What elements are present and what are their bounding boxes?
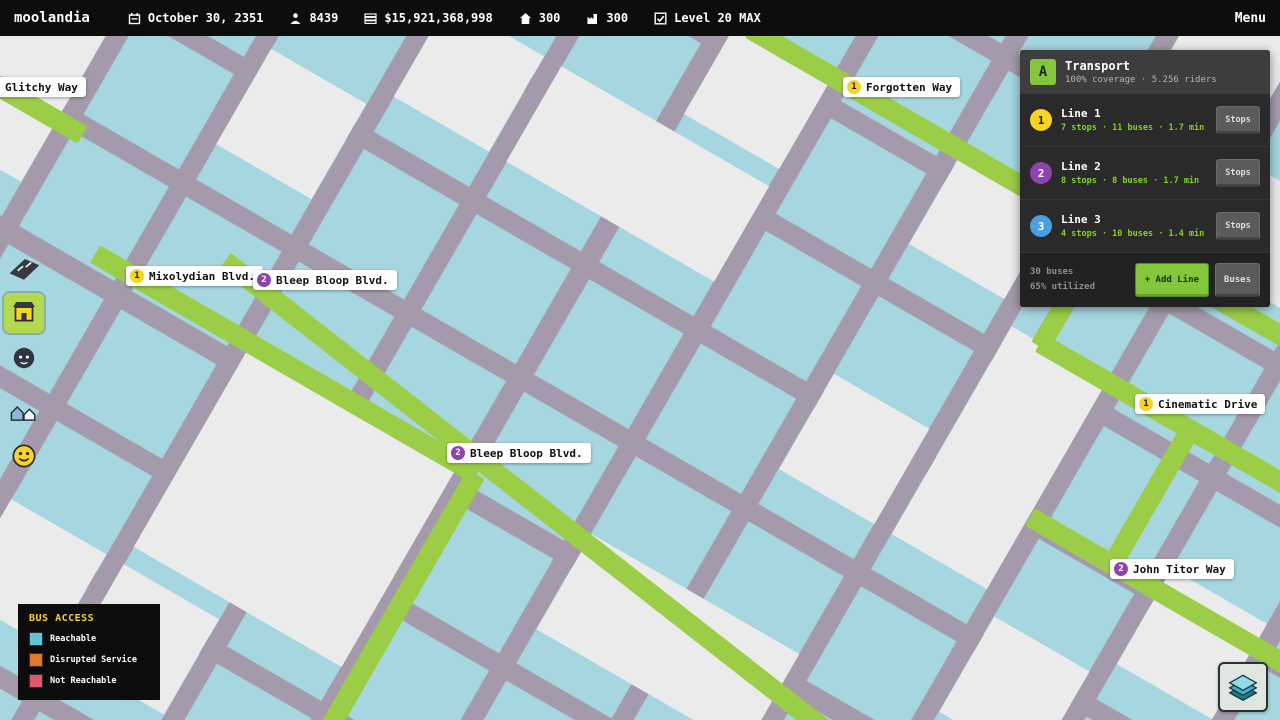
city-block — [216, 49, 366, 199]
roads-tool-button[interactable] — [4, 248, 44, 288]
line-name: Line 3 — [1061, 213, 1204, 226]
street-name: John Titor Way — [1133, 563, 1226, 576]
legend-item: Reachable — [29, 632, 149, 646]
transport-subtitle: 100% coverage · 5.256 riders — [1065, 75, 1217, 85]
line-details: 7 stops · 11 buses · 1.7 min — [1061, 123, 1204, 133]
line-info: Line 3 4 stops · 10 buses · 1.4 min — [1061, 213, 1204, 239]
street-label: 1 Forgotten Way — [843, 77, 960, 97]
street-name: Mixolydian Blvd. — [149, 270, 255, 283]
line-number-badge: 1 — [1030, 109, 1052, 131]
line-name: Line 2 — [1061, 160, 1199, 173]
legend-title: BUS ACCESS — [29, 613, 149, 624]
menu-button[interactable]: Menu — [1235, 11, 1266, 26]
street-name: Glitchy Way — [5, 81, 78, 94]
transport-badge: A — [1030, 59, 1056, 85]
population-value: 8439 — [309, 11, 338, 25]
money-icon — [364, 12, 377, 25]
level-check-icon — [654, 12, 667, 25]
street-label: 2 John Titor Way — [1110, 559, 1234, 579]
calendar-icon — [128, 12, 141, 25]
street-label: 1 Cinematic Drive — [1135, 394, 1265, 414]
legend-label: Reachable — [50, 634, 96, 644]
transport-header-text: Transport 100% coverage · 5.256 riders — [1065, 59, 1217, 85]
happiness-smiley-icon — [7, 439, 41, 473]
line-info: Line 1 7 stops · 11 buses · 1.7 min — [1061, 107, 1204, 133]
happiness-tool-button[interactable] — [4, 436, 44, 476]
legend-item: Disrupted Service — [29, 653, 149, 667]
workplaces-value: 300 — [606, 11, 628, 25]
street-name: Bleep Bloop Blvd. — [276, 274, 389, 287]
add-line-button[interactable]: + Add Line — [1135, 263, 1209, 297]
legend-label: Disrupted Service — [50, 655, 137, 665]
line-details: 4 stops · 10 buses · 1.4 min — [1061, 229, 1204, 239]
street-name: Forgotten Way — [866, 81, 952, 94]
population-stat: 8439 — [289, 11, 338, 25]
layers-icon — [1223, 667, 1263, 707]
street-label: 2 Bleep Bloop Blvd. — [253, 270, 397, 290]
transport-depot-icon — [7, 296, 41, 330]
line-number-badge: 2 — [1114, 562, 1128, 576]
fleet-stats: 30 buses 65% utilized — [1030, 265, 1095, 296]
line-name: Line 1 — [1061, 107, 1204, 120]
line-number-badge: 2 — [451, 446, 465, 460]
street-label: 1 Mixolydian Blvd. — [126, 266, 263, 286]
line-number-badge: 2 — [1030, 162, 1052, 184]
houses-value: 300 — [539, 11, 561, 25]
fleet-buses-count: 30 buses — [1030, 265, 1095, 280]
line-number-badge: 1 — [130, 269, 144, 283]
buildings-tool-button[interactable] — [4, 392, 44, 432]
reachable-swatch — [29, 632, 43, 646]
transport-line-row[interactable]: 2 Line 2 8 stops · 8 buses · 1.7 min Sto… — [1020, 146, 1270, 199]
transport-panel-footer: 30 buses 65% utilized + Add Line Buses — [1020, 252, 1270, 307]
street-label: 2 Bleep Bloop Blvd. — [447, 443, 591, 463]
line-info: Line 2 8 stops · 8 buses · 1.7 min — [1061, 160, 1199, 186]
legend-item: Not Reachable — [29, 674, 149, 688]
legend-label: Not Reachable — [50, 676, 117, 686]
transport-panel: A Transport 100% coverage · 5.256 riders… — [1020, 50, 1270, 307]
citizens-tool-button[interactable] — [4, 338, 44, 378]
line-number-badge: 1 — [1139, 397, 1153, 411]
houses-stat: 300 — [519, 11, 561, 25]
street-label: Glitchy Way — [0, 77, 86, 97]
street-name: Bleep Bloop Blvd. — [470, 447, 583, 460]
date-stat: October 30, 2351 — [128, 11, 264, 25]
city-block — [779, 374, 929, 524]
money-value: $15,921,368,998 — [384, 11, 492, 25]
top-bar: moolandia October 30, 2351 8439 $15,921,… — [0, 0, 1280, 36]
line-number-badge: 2 — [257, 273, 271, 287]
line-details: 8 stops · 8 buses · 1.7 min — [1061, 176, 1199, 186]
stops-button[interactable]: Stops — [1216, 212, 1260, 240]
money-stat: $15,921,368,998 — [364, 11, 492, 25]
not-reachable-swatch — [29, 674, 43, 688]
line-number-badge: 3 — [1030, 215, 1052, 237]
city-block — [939, 616, 1089, 720]
stops-button[interactable]: Stops — [1216, 159, 1260, 187]
roads-icon — [6, 250, 42, 286]
transport-line-row[interactable]: 3 Line 3 4 stops · 10 buses · 1.4 min St… — [1020, 199, 1270, 252]
population-icon — [289, 12, 302, 25]
date-value: October 30, 2351 — [148, 11, 264, 25]
buses-button[interactable]: Buses — [1215, 263, 1260, 297]
transport-panel-header: A Transport 100% coverage · 5.256 riders — [1020, 50, 1270, 94]
transport-line-row[interactable]: 1 Line 1 7 stops · 11 buses · 1.7 min St… — [1020, 94, 1270, 146]
app-logo: moolandia — [14, 10, 90, 26]
citizen-icon — [7, 341, 41, 375]
tool-sidebar — [4, 248, 44, 476]
map-layers-button[interactable] — [1218, 662, 1268, 712]
transport-tool-button[interactable] — [4, 293, 44, 333]
workplaces-icon — [586, 12, 599, 25]
stops-button[interactable]: Stops — [1216, 106, 1260, 134]
houses-icon — [519, 12, 532, 25]
houses-pair-icon — [6, 394, 42, 430]
street-name: Cinematic Drive — [1158, 398, 1257, 411]
bus-access-legend: BUS ACCESS Reachable Disrupted Service N… — [18, 604, 160, 700]
line-number-badge: 1 — [847, 80, 861, 94]
transport-title: Transport — [1065, 59, 1217, 73]
workplaces-stat: 300 — [586, 11, 628, 25]
fleet-utilization: 65% utilized — [1030, 280, 1095, 295]
level-value: Level 20 MAX — [674, 11, 761, 25]
disrupted-swatch — [29, 653, 43, 667]
level-stat: Level 20 MAX — [654, 11, 761, 25]
